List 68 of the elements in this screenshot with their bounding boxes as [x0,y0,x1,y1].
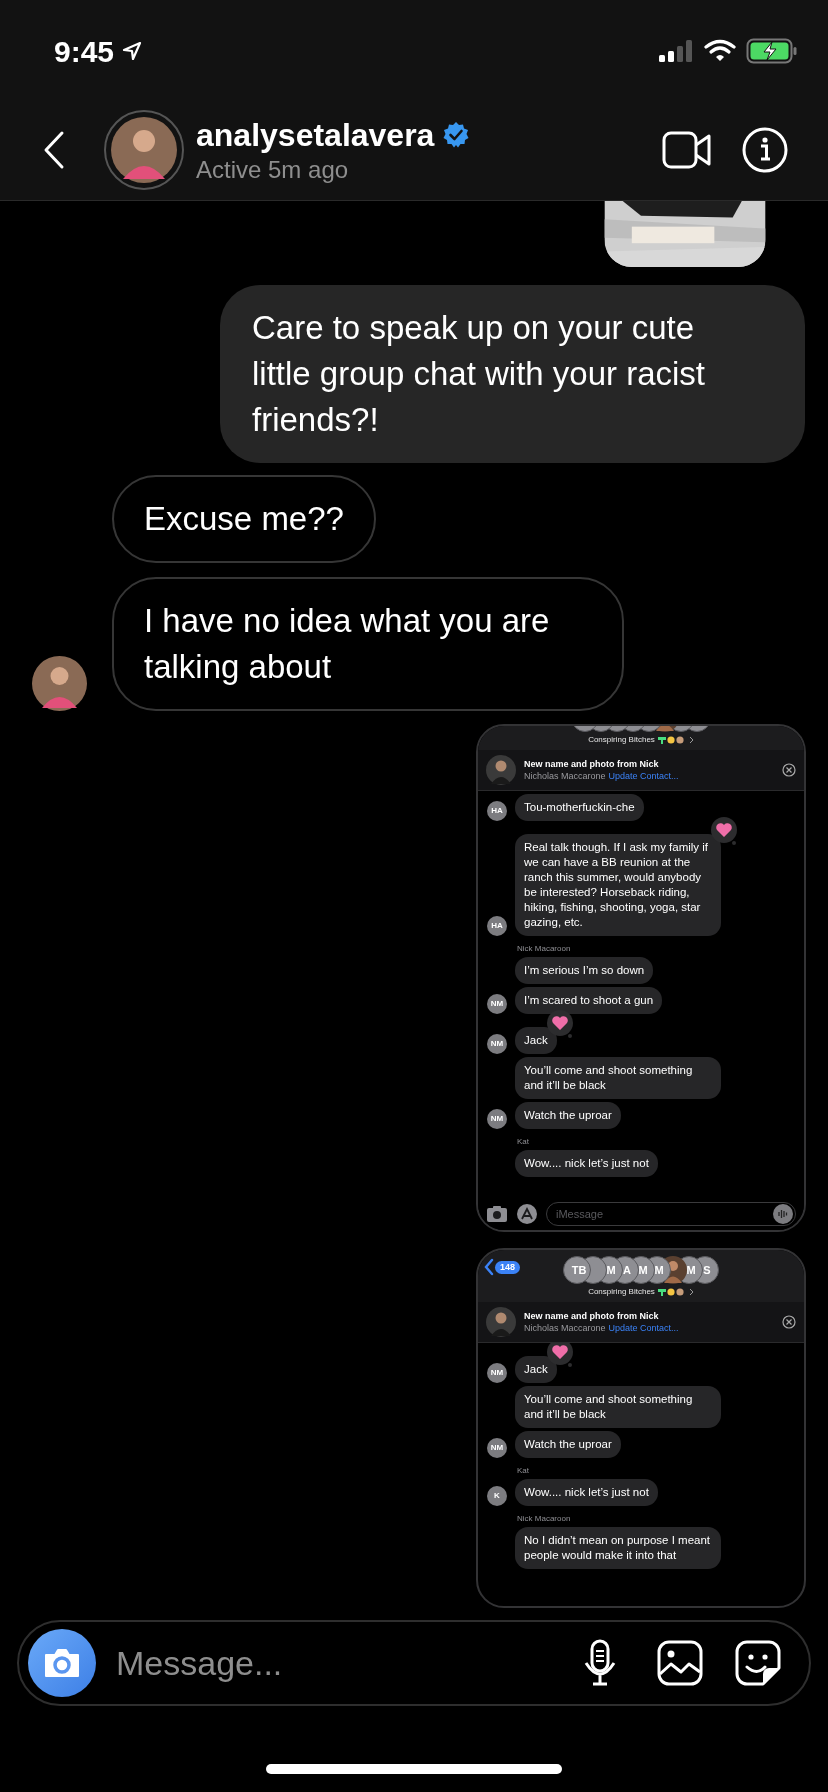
message-bubble: Real talk though. If I ask my family if we can have a BB reunion at the ranch this summer, would anybody be interested? Horseback riding, hiking, fishing, shooting, yoga, star gazing, etc. [515,834,721,936]
contact-avatar: NM [487,1109,507,1129]
message-bubble: Wow.... nick let’s just not [515,1150,658,1177]
sender-name: Kat [516,1466,530,1476]
video-call-icon[interactable] [662,130,712,170]
wifi-icon [704,39,736,63]
group-name: Conspiring Bitches [588,1286,655,1298]
message-bubble: Jack [515,1027,557,1054]
sender-name: Nick Macaroon [516,944,572,954]
emoji-icons [657,735,686,745]
contact-name: Nicholas Maccarone [524,1322,606,1334]
status-time: 9:45 [54,33,115,70]
chevron-right-icon [688,736,694,744]
received-message: I have no idea what you are talking about [112,577,624,711]
back-chevron-icon [484,1258,494,1276]
message-bubble: You’ll come and shoot something and it’ll be black [515,1386,721,1428]
message-bubble: Watch the uproar [515,1431,621,1458]
message-bubble: Tou-motherfuckin-che [515,794,644,821]
message-bubble: Watch the uproar [515,1102,621,1129]
contact-photo-icon [486,1307,516,1337]
contact-avatar: NM [487,1034,507,1054]
close-icon[interactable] [782,1315,796,1329]
unread-count: 148 [495,1260,521,1274]
message-bubble: Wow.... nick let’s just not [515,1479,658,1506]
back-button[interactable]: 148 [484,1258,521,1276]
contact-avatar: NM [487,1438,507,1458]
message-bubble: I’m serious I’m so down [515,957,654,984]
sender-name: Nick Macaroon [516,1514,572,1524]
sent-message: Care to speak up on your cute little group chat with your racist friends?! [220,285,805,463]
signal-icon [658,39,694,63]
sender-name: Kat [516,1137,530,1147]
received-message: Excuse me?? [112,475,376,563]
emoji-icons [657,1287,686,1297]
info-icon[interactable] [742,127,788,173]
message-field[interactable]: Message... [17,1620,811,1706]
username: analysetalavera [196,116,435,155]
banner-title: New name and photo from Nick [524,758,660,770]
back-icon[interactable] [42,130,66,170]
contact-avatar: HA [487,801,507,821]
location-arrow-icon [122,41,143,61]
message-bubble: No I didn’t mean on purpose I meant people would make it into that [515,1527,721,1569]
message-bubble: I’m scared to shoot a gun [515,987,663,1014]
microphone-icon[interactable] [583,1639,617,1687]
message-bubble: Jack [515,1356,557,1383]
group-name: Conspiring Bitches [588,734,655,746]
banner-title: New name and photo from Nick [524,1310,660,1322]
message-bubble: You’ll come and shoot something and it’ll be black [515,1057,721,1099]
avatar-silhouette-icon [111,117,177,183]
sticker-icon[interactable] [735,1640,781,1686]
camera-icon[interactable] [486,1205,508,1223]
camera-button[interactable] [28,1629,96,1697]
audio-icon[interactable] [773,1204,793,1224]
contact-avatar: K [487,1486,507,1506]
contact-name: Nicholas Maccarone [524,770,606,782]
gallery-icon[interactable] [657,1640,703,1686]
app-store-icon[interactable] [516,1203,538,1225]
contact-photo-icon [486,755,516,785]
contact-avatar: NM [487,1363,507,1383]
update-contact-link[interactable]: Update Contact... [608,1322,679,1334]
chevron-right-icon [688,1288,694,1296]
active-status: Active 5m ago [196,155,350,185]
close-icon[interactable] [782,763,796,777]
member-avatar: TB [563,1256,591,1284]
battery-charging-icon [746,38,798,64]
update-contact-link[interactable]: Update Contact... [608,770,679,782]
contact-avatar: HA [487,916,507,936]
contact-avatar: NM [487,994,507,1014]
profile-avatar[interactable] [104,110,184,190]
